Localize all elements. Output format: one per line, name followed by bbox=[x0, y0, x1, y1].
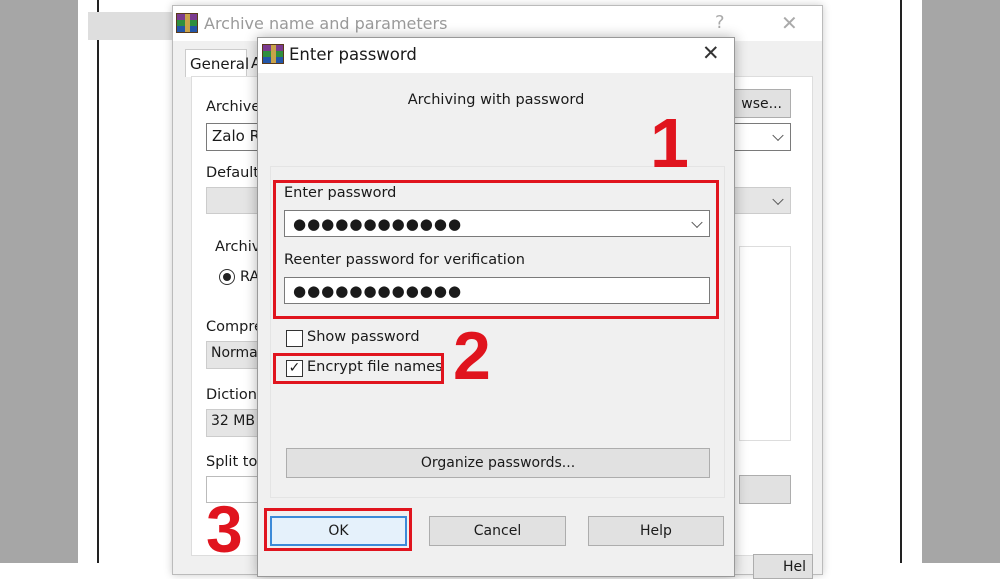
tab-general[interactable]: General bbox=[185, 49, 249, 77]
compression-label: Compre bbox=[206, 319, 263, 335]
annotation-box-1 bbox=[273, 180, 719, 319]
default-profile-label: Default bbox=[206, 165, 259, 181]
annotation-number-2: 2 bbox=[453, 318, 491, 394]
show-password-label: Show password bbox=[307, 329, 420, 345]
archive-name-label: Archive bbox=[206, 99, 261, 115]
winrar-icon bbox=[262, 44, 284, 64]
left-margin bbox=[0, 0, 78, 563]
set-password-button[interactable] bbox=[739, 475, 791, 504]
close-icon[interactable]: ✕ bbox=[702, 41, 720, 65]
dialog-title: Archive name and parameters bbox=[204, 14, 448, 33]
annotation-box-2 bbox=[273, 353, 444, 384]
help-button[interactable]: Help bbox=[588, 516, 724, 546]
options-list[interactable] bbox=[739, 246, 791, 441]
chevron-down-icon bbox=[772, 129, 784, 142]
right-margin bbox=[922, 0, 1000, 563]
dialog-title: Enter password bbox=[289, 45, 417, 64]
rar-radio[interactable] bbox=[219, 269, 235, 285]
help-button-back[interactable]: Hel bbox=[753, 554, 813, 579]
selected-row-highlight bbox=[88, 12, 178, 40]
page-border-left bbox=[97, 0, 99, 563]
annotation-number-3: 3 bbox=[206, 492, 243, 566]
show-password-checkbox[interactable] bbox=[286, 330, 303, 347]
split-label: Split to bbox=[206, 454, 258, 470]
page-border-right bbox=[900, 0, 902, 563]
winrar-icon bbox=[176, 13, 198, 33]
close-icon[interactable]: ✕ bbox=[781, 11, 798, 35]
help-icon[interactable]: ? bbox=[715, 12, 725, 33]
archive-name-value: Zalo R bbox=[212, 127, 261, 145]
cancel-button[interactable]: Cancel bbox=[429, 516, 566, 546]
annotation-number-1: 1 bbox=[650, 104, 689, 182]
archive-format-label: Archiv bbox=[215, 239, 261, 255]
organize-passwords-button[interactable]: Organize passwords... bbox=[286, 448, 710, 478]
annotation-box-3 bbox=[264, 508, 412, 551]
chevron-down-icon bbox=[772, 193, 784, 205]
